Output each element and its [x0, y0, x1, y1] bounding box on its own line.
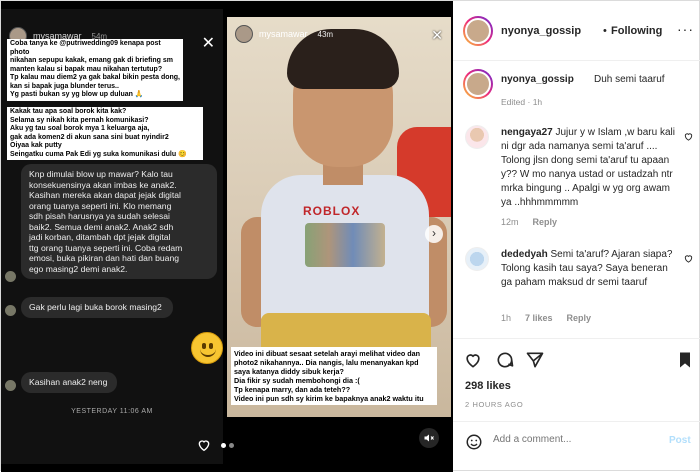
caption-text: Duh semi taaruf	[594, 74, 665, 85]
story-header: mysamawar 43m	[235, 25, 333, 43]
separator-dot: •	[603, 25, 607, 37]
caption-username[interactable]: nyonya_gossip	[501, 74, 574, 85]
post-header: nyonya_gossip • Following ···	[453, 1, 700, 61]
comment-avatar[interactable]	[465, 247, 489, 271]
post-modal: mysamawar 54m ✕ Coba tanya ke @putriwedd…	[0, 0, 700, 472]
comment-text: Jujur y w Islam ,w baru kali ni dgr ada …	[501, 127, 675, 208]
dm-bubble-main: Knp dimulai blow up mawar? Kalo tau kons…	[21, 164, 217, 279]
story-avatar	[235, 25, 253, 43]
comment-body: dededyah Semi ta'aruf? Ajaran siapa? Tol…	[501, 248, 679, 290]
story-caption: Video ini dibuat sesaat setelah arayi me…	[231, 347, 437, 405]
comment-username[interactable]: dededyah	[501, 249, 548, 260]
reply-button[interactable]: Reply	[567, 313, 592, 323]
comment-meta: 1h 7 likes Reply	[501, 313, 591, 323]
mute-button[interactable]	[419, 428, 439, 448]
post-side-panel: nyonya_gossip • Following ··· nyonya_gos…	[453, 1, 700, 472]
edited-label: Edited	[501, 97, 526, 107]
comment-meta: 12m Reply	[501, 217, 557, 227]
story-screenshot-left: mysamawar 54m ✕ Coba tanya ke @putriwedd…	[1, 9, 223, 464]
smiley-emoji-icon	[191, 332, 223, 364]
comment-username[interactable]: nengaya27	[501, 127, 553, 138]
comment-likes[interactable]: 7 likes	[525, 313, 553, 323]
author-username[interactable]: nyonya_gossip	[501, 25, 581, 37]
comment-avatar[interactable]	[465, 125, 489, 149]
comment-age: 12m	[501, 217, 519, 227]
shirt-print	[305, 223, 385, 267]
like-icon[interactable]	[463, 350, 483, 370]
following-button[interactable]: Following	[611, 25, 662, 37]
post-actions: 298 likes 2 HOURS AGO	[453, 338, 700, 428]
reply-button[interactable]: Reply	[533, 217, 558, 227]
next-slide-button[interactable]: ›	[425, 225, 443, 243]
post-age: 2 HOURS AGO	[465, 400, 524, 409]
post-media[interactable]: mysamawar 54m ✕ Coba tanya ke @putriwedd…	[1, 1, 453, 472]
dm-bubble-3: Kasihan anak2 neng	[21, 372, 117, 393]
add-comment-input[interactable]	[493, 434, 653, 445]
caption-avatar[interactable]	[463, 69, 493, 99]
comment-body: nengaya27 Jujur y w Islam ,w baru kali n…	[501, 126, 679, 210]
caption-meta: Edited · 1h	[501, 97, 542, 107]
dm-bubble-2: Gak perlu lagi buka borok masing2	[21, 297, 173, 318]
story-text-block-1: Coba tanya ke @putriwedding09 kenapa pos…	[7, 39, 183, 101]
carousel-dots	[221, 443, 234, 448]
likes-count[interactable]: 298 likes	[465, 380, 511, 392]
dm-avatar	[5, 380, 16, 391]
post-comment-button[interactable]: Post	[669, 435, 691, 446]
emoji-picker-icon[interactable]	[465, 433, 483, 451]
close-icon: ✕	[431, 27, 443, 43]
speaker-muted-icon	[424, 434, 434, 442]
bookmark-icon[interactable]	[675, 350, 695, 370]
dm-timestamp: YESTERDAY 11:06 AM	[71, 408, 153, 415]
story-time: 43m	[317, 29, 334, 39]
close-icon: ✕	[201, 35, 215, 52]
share-icon[interactable]	[525, 350, 545, 370]
heart-icon	[198, 440, 210, 452]
carousel-dot-active	[221, 443, 226, 448]
comment-like-icon[interactable]	[683, 253, 694, 264]
comment-age: 1h	[501, 313, 512, 323]
story-username: mysamawar	[259, 29, 308, 39]
author-avatar[interactable]	[463, 16, 493, 46]
add-comment-bar: Post	[453, 421, 700, 461]
shirt-logo-text: ROBLOX	[303, 204, 361, 218]
more-options-icon[interactable]: ···	[677, 21, 694, 37]
caption-age: 1h	[532, 97, 543, 107]
dm-avatar	[5, 271, 16, 282]
separator-dot: ·	[527, 97, 531, 107]
story-text-block-2: Kakak tau apa soal borok kita kak? Selam…	[7, 107, 203, 160]
comment-like-icon[interactable]	[683, 131, 694, 142]
story-screenshot-right: ROBLOX mysamawar 43m ✕ Video ini dibuat …	[227, 17, 451, 417]
carousel-dot	[229, 443, 234, 448]
dm-avatar	[5, 305, 16, 316]
comment-icon[interactable]	[495, 350, 515, 370]
